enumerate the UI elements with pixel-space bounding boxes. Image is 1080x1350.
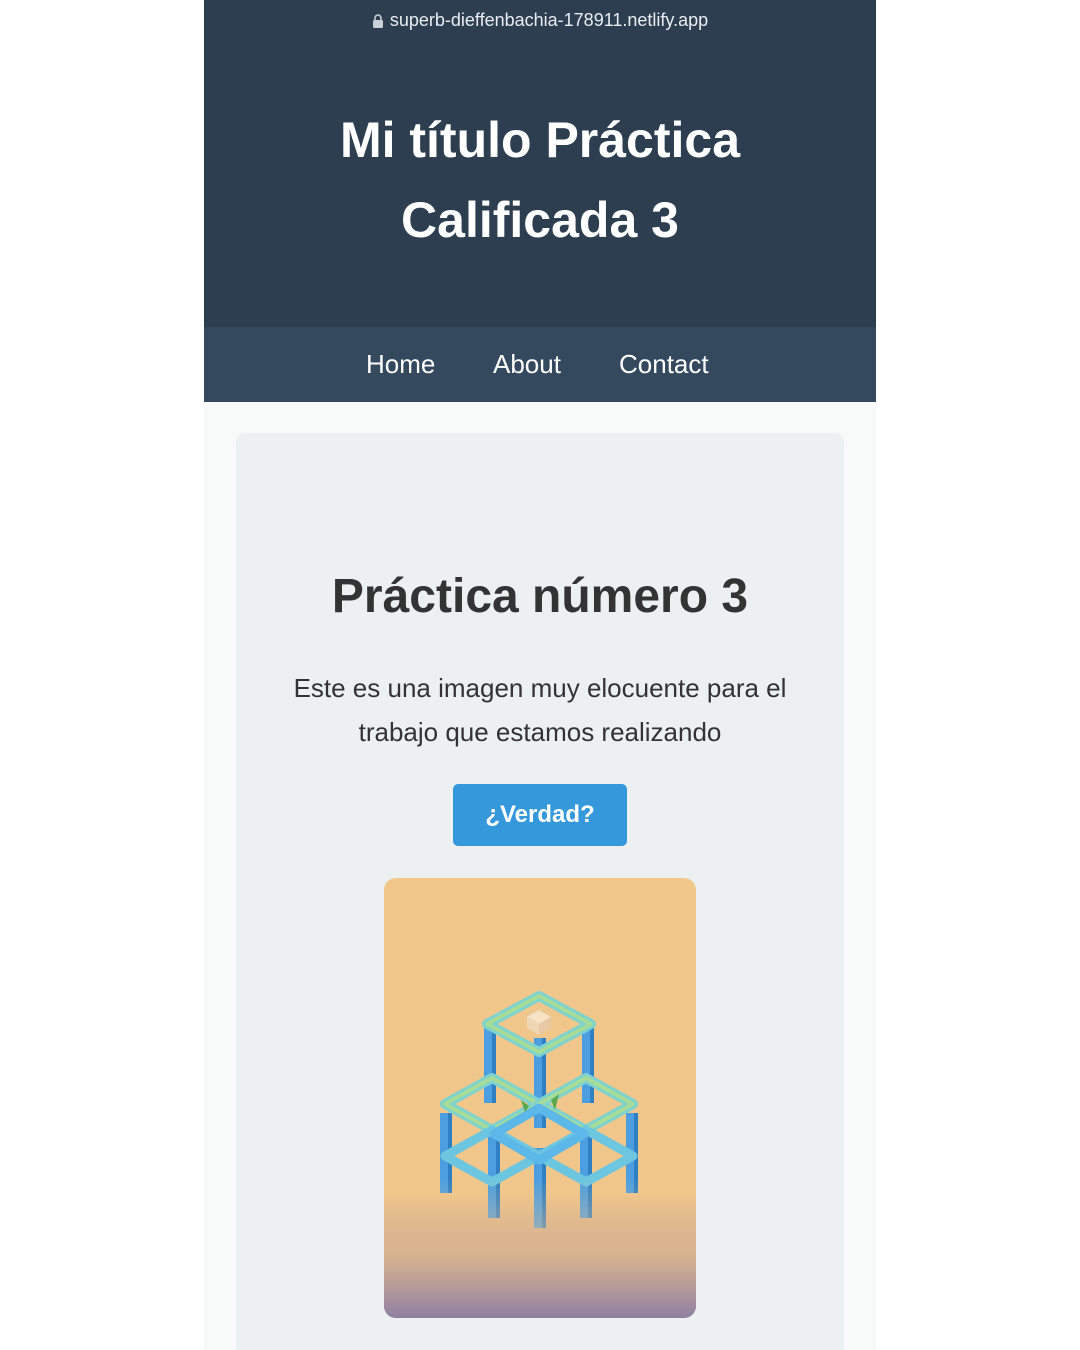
nav-link-about[interactable]: About: [493, 327, 561, 402]
url-text: superb-dieffenbachia-178911.netlify.app: [389, 10, 709, 30]
section-description: Este es una imagen muy elocuente para el…: [293, 673, 787, 747]
address-bar[interactable]: superb-dieffenbachia-178911.netlify.app: [204, 6, 876, 34]
impossible-cube-illustration: [384, 878, 696, 1318]
hero-image: [384, 878, 696, 1318]
nav-link-contact[interactable]: Contact: [619, 327, 709, 402]
site-header: superb-dieffenbachia-178911.netlify.app …: [204, 0, 876, 327]
main-nav: Home About Contact: [204, 327, 876, 402]
nav-link-home[interactable]: Home: [366, 327, 435, 402]
verdad-button[interactable]: ¿Verdad?: [453, 784, 627, 846]
lock-icon: [372, 14, 384, 29]
site-title: Mi título Práctica Calificada 3: [339, 112, 741, 248]
page-viewport: superb-dieffenbachia-178911.netlify.app …: [204, 0, 876, 1350]
section-heading: Práctica número 3: [331, 570, 749, 623]
